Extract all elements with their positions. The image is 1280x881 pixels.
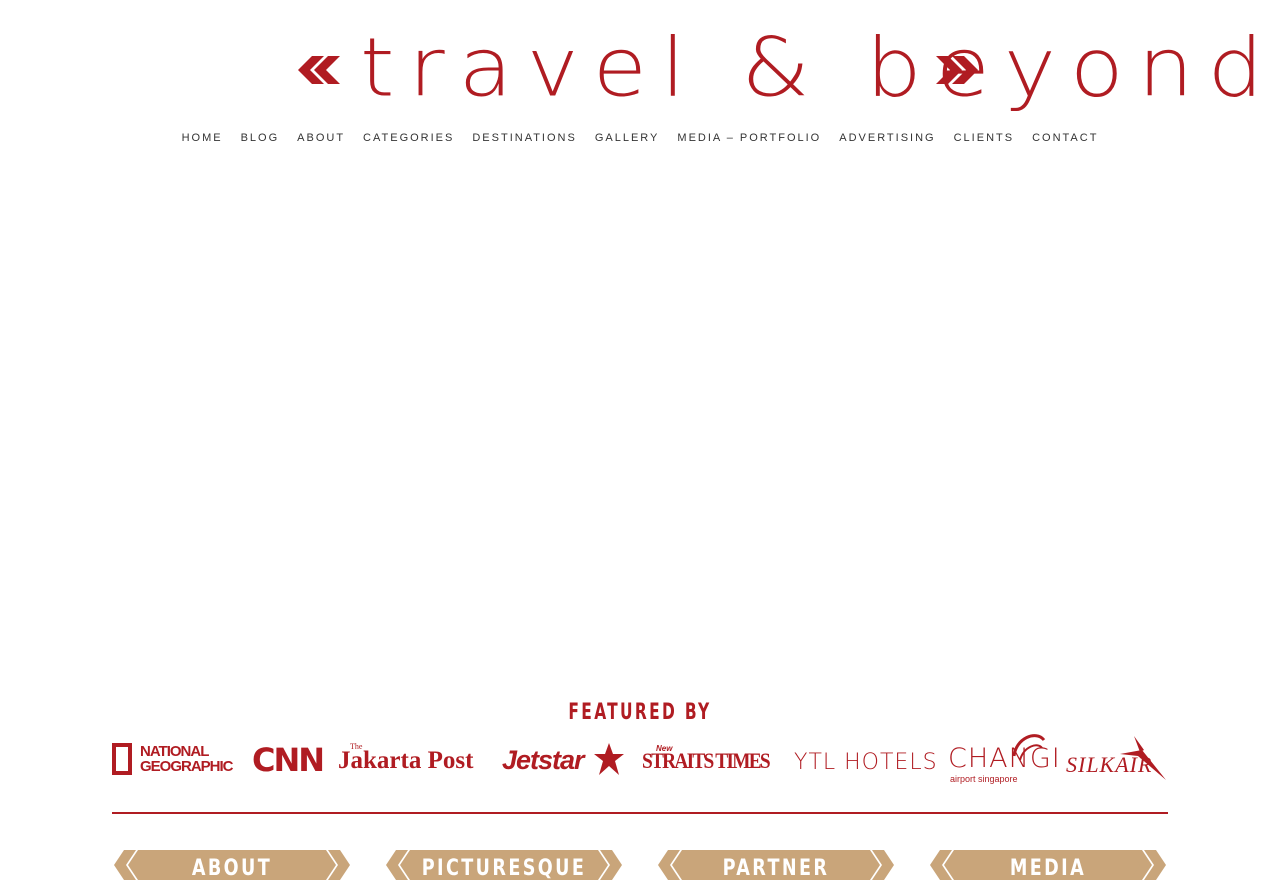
site-logo[interactable]: travel & beyond bbox=[290, 18, 1278, 118]
brand-main: CHANGI bbox=[948, 743, 1061, 774]
brand-cnn[interactable]: CNN bbox=[252, 742, 325, 778]
brand-sub: airport singapore bbox=[950, 774, 1018, 784]
star-icon bbox=[594, 743, 624, 775]
nav-home[interactable]: HOME bbox=[173, 128, 232, 148]
tab-picturesque[interactable]: PICTURESQUE bbox=[384, 850, 624, 881]
site-header: travel & beyond HOME BLOG ABOUT CATEGORI… bbox=[0, 0, 1280, 144]
brand-changi[interactable]: CHANGI airport singapore bbox=[948, 730, 1060, 788]
brand-jetstar[interactable]: Jetstar bbox=[502, 742, 626, 782]
natgeo-frame-icon bbox=[112, 743, 132, 775]
tab-label: MEDIA bbox=[1009, 856, 1087, 881]
double-chevron-left-icon bbox=[298, 56, 340, 84]
nav-contact[interactable]: CONTACT bbox=[1023, 128, 1107, 148]
bottom-tabs: ABOUT PICTURESQUE PARTNER MEDIA bbox=[112, 850, 1168, 881]
tab-partner[interactable]: PARTNER bbox=[656, 850, 896, 881]
brand-line2: GEOGRAPHIC bbox=[140, 758, 234, 775]
tab-label: ABOUT bbox=[191, 856, 273, 881]
nav-clients[interactable]: CLIENTS bbox=[945, 128, 1023, 148]
nav-blog[interactable]: BLOG bbox=[232, 128, 289, 148]
brand-new-straits-times[interactable]: New STRAITS TIMES bbox=[642, 742, 776, 782]
nav-media-portfolio[interactable]: MEDIA – PORTFOLIO bbox=[668, 128, 830, 148]
tab-media[interactable]: MEDIA bbox=[928, 850, 1168, 881]
bird-icon bbox=[1120, 736, 1166, 780]
brand-main: STRAITS TIMES bbox=[642, 748, 771, 773]
main-nav: HOME BLOG ABOUT CATEGORIES DESTINATIONS … bbox=[0, 128, 1280, 148]
brand-ytl-hotels[interactable]: YTL HOTELS bbox=[794, 750, 938, 776]
nav-advertising[interactable]: ADVERTISING bbox=[830, 128, 944, 148]
nav-destinations[interactable]: DESTINATIONS bbox=[463, 128, 585, 148]
section-divider bbox=[112, 812, 1168, 814]
double-chevron-right-icon bbox=[936, 56, 978, 84]
nav-gallery[interactable]: GALLERY bbox=[586, 128, 669, 148]
brand-main: Jakarta Post bbox=[338, 747, 474, 774]
tab-label: PARTNER bbox=[722, 856, 830, 881]
featured-logos: NATIONAL GEOGRAPHIC CNN The Jakarta Post… bbox=[112, 728, 1168, 792]
brand-silkair[interactable]: SILKAIR bbox=[1066, 734, 1168, 784]
tab-about[interactable]: ABOUT bbox=[112, 850, 352, 881]
site-title: travel & beyond bbox=[360, 20, 1278, 115]
brand-main: Jetstar bbox=[502, 745, 585, 775]
tab-label: PICTURESQUE bbox=[421, 856, 587, 881]
featured-by-heading: FEATURED BY bbox=[568, 700, 712, 725]
brand-national-geographic[interactable]: NATIONAL GEOGRAPHIC bbox=[112, 742, 236, 782]
nav-categories[interactable]: CATEGORIES bbox=[354, 128, 463, 148]
brand-jakarta-post[interactable]: The Jakarta Post bbox=[338, 742, 486, 782]
nav-about[interactable]: ABOUT bbox=[288, 128, 354, 148]
